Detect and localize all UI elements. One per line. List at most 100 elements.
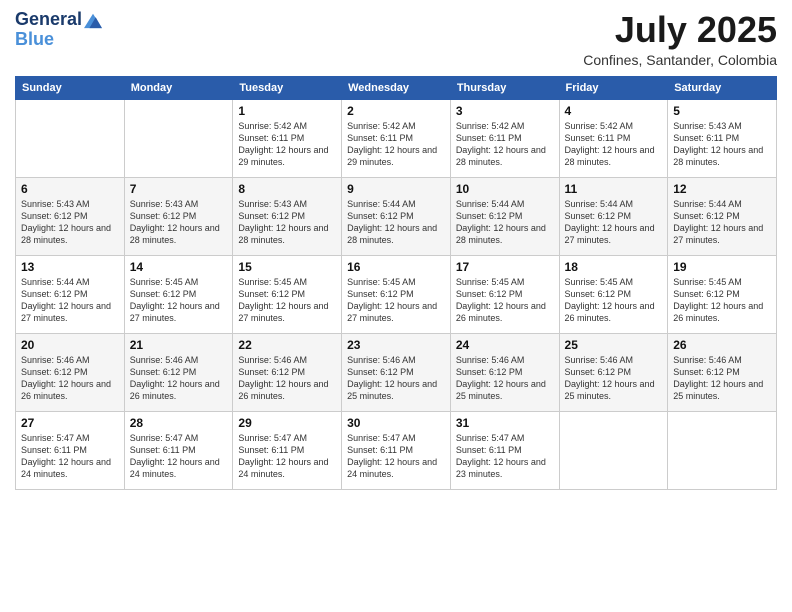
- day-detail: Sunrise: 5:45 AMSunset: 6:12 PMDaylight:…: [238, 276, 336, 325]
- calendar-cell: 8 Sunrise: 5:43 AMSunset: 6:12 PMDaylight…: [233, 177, 342, 255]
- day-number: 26: [673, 338, 771, 352]
- day-detail: Sunrise: 5:47 AMSunset: 6:11 PMDaylight:…: [238, 432, 336, 481]
- weekday-header-saturday: Saturday: [668, 76, 777, 99]
- week-row-1: 1 Sunrise: 5:42 AMSunset: 6:11 PMDaylight…: [16, 99, 777, 177]
- day-number: 8: [238, 182, 336, 196]
- calendar-cell: 27 Sunrise: 5:47 AMSunset: 6:11 PMDayligh…: [16, 411, 125, 489]
- day-number: 23: [347, 338, 445, 352]
- day-number: 28: [130, 416, 228, 430]
- weekday-header-tuesday: Tuesday: [233, 76, 342, 99]
- day-number: 27: [21, 416, 119, 430]
- day-number: 7: [130, 182, 228, 196]
- day-detail: Sunrise: 5:43 AMSunset: 6:11 PMDaylight:…: [673, 120, 771, 169]
- day-number: 10: [456, 182, 554, 196]
- day-detail: Sunrise: 5:43 AMSunset: 6:12 PMDaylight:…: [238, 198, 336, 247]
- day-number: 21: [130, 338, 228, 352]
- day-detail: Sunrise: 5:46 AMSunset: 6:12 PMDaylight:…: [673, 354, 771, 403]
- calendar-cell: 24 Sunrise: 5:46 AMSunset: 6:12 PMDayligh…: [450, 333, 559, 411]
- weekday-header-friday: Friday: [559, 76, 668, 99]
- calendar-cell: 16Sunrise: 5:45 AMSunset: 6:12 PMDayligh…: [342, 255, 451, 333]
- day-detail: Sunrise: 5:45 AMSunset: 6:12 PMDaylight:…: [347, 276, 445, 325]
- day-detail: Sunrise: 5:47 AMSunset: 6:11 PMDaylight:…: [456, 432, 554, 481]
- calendar-cell: 10 Sunrise: 5:44 AMSunset: 6:12 PMDayligh…: [450, 177, 559, 255]
- day-detail: Sunrise: 5:44 AMSunset: 6:12 PMDaylight:…: [21, 276, 119, 325]
- day-detail: Sunrise: 5:46 AMSunset: 6:12 PMDaylight:…: [130, 354, 228, 403]
- header: General Blue July 2025 Confines, Santand…: [15, 10, 777, 68]
- day-number: 22: [238, 338, 336, 352]
- title-block: July 2025 Confines, Santander, Colombia: [583, 10, 777, 68]
- calendar-cell: 23 Sunrise: 5:46 AMSunset: 6:12 PMDayligh…: [342, 333, 451, 411]
- calendar-cell: 4 Sunrise: 5:42 AMSunset: 6:11 PMDaylight…: [559, 99, 668, 177]
- day-detail: Sunrise: 5:46 AMSunset: 6:12 PMDaylight:…: [565, 354, 663, 403]
- day-detail: Sunrise: 5:42 AMSunset: 6:11 PMDaylight:…: [456, 120, 554, 169]
- calendar-table: SundayMondayTuesdayWednesdayThursdayFrid…: [15, 76, 777, 490]
- day-number: 31: [456, 416, 554, 430]
- day-detail: Sunrise: 5:45 AMSunset: 6:12 PMDaylight:…: [130, 276, 228, 325]
- weekday-header-thursday: Thursday: [450, 76, 559, 99]
- calendar-cell: 7 Sunrise: 5:43 AMSunset: 6:12 PMDaylight…: [124, 177, 233, 255]
- calendar-cell: 29 Sunrise: 5:47 AMSunset: 6:11 PMDayligh…: [233, 411, 342, 489]
- calendar-cell: [668, 411, 777, 489]
- calendar-cell: 18 Sunrise: 5:45 AMSunset: 6:12 PMDayligh…: [559, 255, 668, 333]
- day-detail: Sunrise: 5:45 AMSunset: 6:12 PMDaylight:…: [456, 276, 554, 325]
- calendar-cell: 17Sunrise: 5:45 AMSunset: 6:12 PMDayligh…: [450, 255, 559, 333]
- calendar-title: July 2025: [583, 10, 777, 50]
- day-number: 4: [565, 104, 663, 118]
- day-number: 30: [347, 416, 445, 430]
- day-number: 6: [21, 182, 119, 196]
- weekday-header-monday: Monday: [124, 76, 233, 99]
- day-detail: Sunrise: 5:43 AMSunset: 6:12 PMDaylight:…: [130, 198, 228, 247]
- day-number: 9: [347, 182, 445, 196]
- day-number: 24: [456, 338, 554, 352]
- day-number: 1: [238, 104, 336, 118]
- logo-text-general: General: [15, 10, 82, 30]
- logo-text-blue: Blue: [15, 30, 102, 50]
- calendar-cell: 19Sunrise: 5:45 AMSunset: 6:12 PMDayligh…: [668, 255, 777, 333]
- day-number: 5: [673, 104, 771, 118]
- day-detail: Sunrise: 5:45 AMSunset: 6:12 PMDaylight:…: [565, 276, 663, 325]
- day-detail: Sunrise: 5:46 AMSunset: 6:12 PMDaylight:…: [347, 354, 445, 403]
- day-detail: Sunrise: 5:43 AMSunset: 6:12 PMDaylight:…: [21, 198, 119, 247]
- day-number: 3: [456, 104, 554, 118]
- logo: General Blue: [15, 10, 102, 50]
- day-detail: Sunrise: 5:44 AMSunset: 6:12 PMDaylight:…: [347, 198, 445, 247]
- day-detail: Sunrise: 5:46 AMSunset: 6:12 PMDaylight:…: [238, 354, 336, 403]
- page: General Blue July 2025 Confines, Santand…: [0, 0, 792, 612]
- calendar-cell: 30Sunrise: 5:47 AMSunset: 6:11 PMDayligh…: [342, 411, 451, 489]
- day-detail: Sunrise: 5:47 AMSunset: 6:11 PMDaylight:…: [21, 432, 119, 481]
- weekday-header-wednesday: Wednesday: [342, 76, 451, 99]
- day-number: 29: [238, 416, 336, 430]
- week-row-2: 6 Sunrise: 5:43 AMSunset: 6:12 PMDaylight…: [16, 177, 777, 255]
- calendar-cell: 6 Sunrise: 5:43 AMSunset: 6:12 PMDaylight…: [16, 177, 125, 255]
- calendar-cell: 2Sunrise: 5:42 AMSunset: 6:11 PMDaylight…: [342, 99, 451, 177]
- calendar-cell: 20Sunrise: 5:46 AMSunset: 6:12 PMDayligh…: [16, 333, 125, 411]
- day-number: 18: [565, 260, 663, 274]
- calendar-cell: 14Sunrise: 5:45 AMSunset: 6:12 PMDayligh…: [124, 255, 233, 333]
- day-detail: Sunrise: 5:46 AMSunset: 6:12 PMDaylight:…: [21, 354, 119, 403]
- calendar-cell: 5 Sunrise: 5:43 AMSunset: 6:11 PMDaylight…: [668, 99, 777, 177]
- day-detail: Sunrise: 5:46 AMSunset: 6:12 PMDaylight:…: [456, 354, 554, 403]
- day-number: 2: [347, 104, 445, 118]
- calendar-cell: 13Sunrise: 5:44 AMSunset: 6:12 PMDayligh…: [16, 255, 125, 333]
- logo-icon: [84, 11, 102, 29]
- calendar-cell: 3 Sunrise: 5:42 AMSunset: 6:11 PMDaylight…: [450, 99, 559, 177]
- day-detail: Sunrise: 5:44 AMSunset: 6:12 PMDaylight:…: [673, 198, 771, 247]
- day-detail: Sunrise: 5:42 AMSunset: 6:11 PMDaylight:…: [565, 120, 663, 169]
- week-row-4: 20Sunrise: 5:46 AMSunset: 6:12 PMDayligh…: [16, 333, 777, 411]
- calendar-cell: 12 Sunrise: 5:44 AMSunset: 6:12 PMDayligh…: [668, 177, 777, 255]
- week-row-5: 27 Sunrise: 5:47 AMSunset: 6:11 PMDayligh…: [16, 411, 777, 489]
- day-number: 19: [673, 260, 771, 274]
- calendar-cell: [16, 99, 125, 177]
- day-detail: Sunrise: 5:44 AMSunset: 6:12 PMDaylight:…: [565, 198, 663, 247]
- day-number: 25: [565, 338, 663, 352]
- calendar-subtitle: Confines, Santander, Colombia: [583, 52, 777, 68]
- day-number: 12: [673, 182, 771, 196]
- calendar-cell: 21 Sunrise: 5:46 AMSunset: 6:12 PMDayligh…: [124, 333, 233, 411]
- calendar-cell: 31 Sunrise: 5:47 AMSunset: 6:11 PMDayligh…: [450, 411, 559, 489]
- day-detail: Sunrise: 5:44 AMSunset: 6:12 PMDaylight:…: [456, 198, 554, 247]
- calendar-cell: 25 Sunrise: 5:46 AMSunset: 6:12 PMDayligh…: [559, 333, 668, 411]
- weekday-header-sunday: Sunday: [16, 76, 125, 99]
- calendar-cell: 22 Sunrise: 5:46 AMSunset: 6:12 PMDayligh…: [233, 333, 342, 411]
- day-number: 15: [238, 260, 336, 274]
- day-number: 11: [565, 182, 663, 196]
